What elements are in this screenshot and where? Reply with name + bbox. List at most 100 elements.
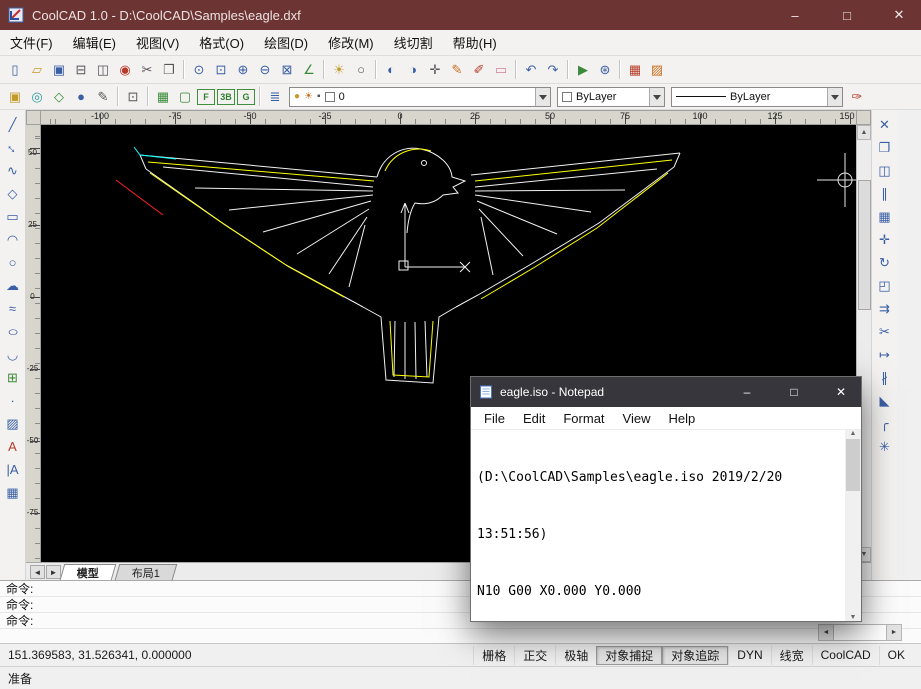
circle-icon[interactable]: ○ <box>2 252 24 273</box>
menu-help[interactable]: 帮助(H) <box>443 30 507 55</box>
web-icon[interactable]: ⊛ <box>594 59 616 80</box>
toggle-lineweight[interactable]: 线宽 <box>771 646 812 665</box>
plot-icon[interactable]: ⊟ <box>70 59 92 80</box>
text-icon[interactable]: A <box>2 436 24 457</box>
zoom-next-icon[interactable]: ◑ <box>402 59 424 80</box>
hatch-grid-icon[interactable]: ▦ <box>152 86 174 107</box>
toggle-ortho[interactable]: 正交 <box>514 646 555 665</box>
group-icon[interactable]: ◇ <box>48 86 70 107</box>
insert-block-icon[interactable]: ⊞ <box>2 367 24 388</box>
color-combo[interactable]: ByLayer <box>557 87 665 107</box>
ellipse-arc-icon[interactable]: ◡ <box>2 344 24 365</box>
menu-modify[interactable]: 修改(M) <box>318 30 384 55</box>
scale-icon[interactable]: ◰ <box>874 275 896 296</box>
scroll-left-icon[interactable]: ◄ <box>818 624 834 641</box>
rotate-icon[interactable]: ↻ <box>874 252 896 273</box>
new-file-icon[interactable]: ▯ <box>4 59 26 80</box>
sphere-icon[interactable]: ● <box>70 86 92 107</box>
status-ok[interactable]: OK <box>879 646 913 665</box>
plot-preview-icon[interactable]: ◫ <box>92 59 114 80</box>
zoom-previous-icon[interactable]: ◐ <box>380 59 402 80</box>
status-coolcad[interactable]: CoolCAD <box>812 646 879 665</box>
scrollbar-track[interactable] <box>834 624 886 641</box>
polyline-icon[interactable]: ∿ <box>2 160 24 181</box>
fillet-icon[interactable]: ╭ <box>874 413 896 434</box>
notepad-menu-view[interactable]: View <box>614 411 660 426</box>
break-icon[interactable]: ∦ <box>874 367 896 388</box>
toggle-polar[interactable]: 极轴 <box>555 646 596 665</box>
canvas-horizontal-scrollbar[interactable]: ◄ ► <box>818 624 902 641</box>
notepad-menu-help[interactable]: Help <box>659 411 704 426</box>
eraser-icon[interactable]: ▭ <box>490 59 512 80</box>
color-combo-caret[interactable] <box>649 88 664 106</box>
notepad-maximize-button[interactable]: □ <box>774 377 814 407</box>
region-icon[interactable]: ▢ <box>174 86 196 107</box>
construction-line-icon[interactable]: ↔ <box>0 132 28 162</box>
notepad-scroll-down-icon[interactable]: ▼ <box>850 614 857 621</box>
minimize-button[interactable]: – <box>773 0 817 30</box>
mirror-icon[interactable]: ◫ <box>874 160 896 181</box>
trim-icon[interactable]: ✂ <box>874 321 896 342</box>
erase-icon[interactable]: ✕ <box>874 114 896 135</box>
tab-scroll-right-icon[interactable]: ► <box>46 565 61 579</box>
notepad-scroll-up-icon[interactable]: ▲ <box>850 430 857 437</box>
hatch-icon[interactable]: ▨ <box>2 413 24 434</box>
save-file-icon[interactable]: ▣ <box>48 59 70 80</box>
stretch-icon[interactable]: ⇉ <box>874 298 896 319</box>
snap-style-icon[interactable]: ▣ <box>4 86 26 107</box>
brush-icon[interactable]: ✐ <box>468 59 490 80</box>
zoom-window-icon[interactable]: ⊡ <box>210 59 232 80</box>
mode-g-icon[interactable]: G <box>237 89 255 105</box>
extend-icon[interactable]: ↦ <box>874 344 896 365</box>
ellipse-icon[interactable]: ○ <box>0 321 29 342</box>
notepad-text-area[interactable]: (D:\CoolCAD\Samples\eagle.iso 2019/2/20 … <box>471 430 845 621</box>
copy-icon[interactable]: ❐ <box>874 137 896 158</box>
undo-icon[interactable]: ↶ <box>520 59 542 80</box>
find-icon[interactable]: ◉ <box>114 59 136 80</box>
layers-icon[interactable]: ≣ <box>264 86 286 107</box>
notepad-scrollbar[interactable]: ▲ ▼ <box>845 430 861 621</box>
exit-icon[interactable]: ▨ <box>646 59 668 80</box>
match-properties-icon[interactable]: ✑ <box>846 86 868 107</box>
mode-3b-icon[interactable]: 3B <box>217 89 235 105</box>
zoom-realtime-icon[interactable]: ⊙ <box>188 59 210 80</box>
publish-icon[interactable]: ▶ <box>572 59 594 80</box>
cut-icon[interactable]: ✂ <box>136 59 158 80</box>
menu-wirecut[interactable]: 线切割 <box>384 30 443 55</box>
zoom-out-icon[interactable]: ⊖ <box>254 59 276 80</box>
linetype-combo-caret[interactable] <box>827 88 842 106</box>
point-icon[interactable]: ∙ <box>2 390 24 411</box>
redo-icon[interactable]: ↷ <box>542 59 564 80</box>
notepad-menu-edit[interactable]: Edit <box>514 411 554 426</box>
tab-layout1[interactable]: 布局1 <box>115 564 178 580</box>
notepad-minimize-button[interactable]: – <box>727 377 767 407</box>
notepad-window[interactable]: eagle.iso - Notepad – □ ✕ File Edit Form… <box>470 376 862 622</box>
tab-model[interactable]: 模型 <box>60 564 117 580</box>
spline-icon[interactable]: ≈ <box>2 298 24 319</box>
notepad-menu-format[interactable]: Format <box>554 411 613 426</box>
wirecut-icon[interactable]: ▦ <box>624 59 646 80</box>
scrollbar-thumb[interactable] <box>858 180 871 310</box>
revcloud-icon[interactable]: ☁ <box>2 275 24 296</box>
table-icon[interactable]: ▦ <box>2 482 24 503</box>
notepad-close-button[interactable]: ✕ <box>821 377 861 407</box>
scroll-right-icon[interactable]: ► <box>886 624 902 641</box>
notepad-title-bar[interactable]: eagle.iso - Notepad – □ ✕ <box>471 377 861 407</box>
edit-pencil-icon[interactable]: ✎ <box>92 86 114 107</box>
toggle-dyn[interactable]: DYN <box>728 646 770 665</box>
pencil-icon[interactable]: ✎ <box>446 59 468 80</box>
find-window-icon[interactable]: ⊡ <box>122 86 144 107</box>
toggle-grid[interactable]: 栅格 <box>473 646 514 665</box>
notepad-scrollbar-thumb[interactable] <box>846 439 860 491</box>
menu-draw[interactable]: 绘图(D) <box>254 30 318 55</box>
zoom-extents-icon[interactable]: ⊠ <box>276 59 298 80</box>
notepad-menu-file[interactable]: File <box>475 411 514 426</box>
layer-combo[interactable]: ● ☀ ▪ 0 <box>289 87 551 107</box>
measure-angle-icon[interactable]: ∠ <box>298 59 320 80</box>
menu-view[interactable]: 视图(V) <box>126 30 189 55</box>
text-vertical-icon[interactable]: |A <box>2 459 24 480</box>
menu-format[interactable]: 格式(O) <box>189 30 254 55</box>
array-icon[interactable]: ▦ <box>874 206 896 227</box>
rectangle-icon[interactable]: ▭ <box>2 206 24 227</box>
scroll-up-icon[interactable]: ▲ <box>857 125 871 140</box>
